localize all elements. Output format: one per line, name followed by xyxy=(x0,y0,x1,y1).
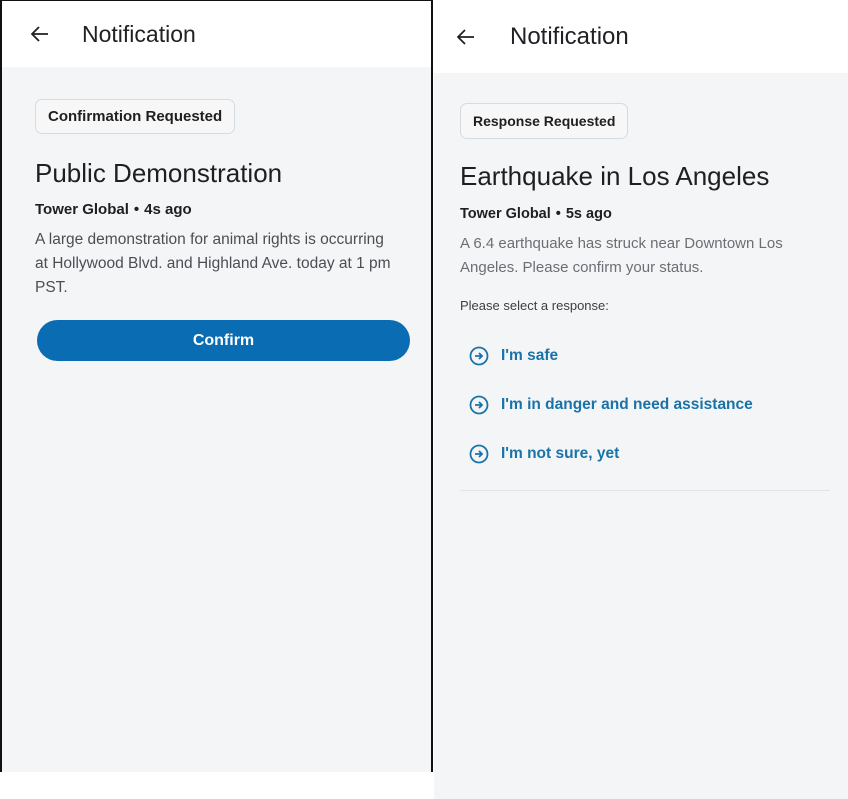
back-arrow-icon[interactable] xyxy=(28,22,52,46)
notification-headline: Earthquake in Los Angeles xyxy=(460,161,770,191)
source-name: Tower Global xyxy=(35,201,129,218)
page-title: Notification xyxy=(82,20,196,47)
response-prompt: Please select a response: xyxy=(460,298,609,313)
back-arrow-icon[interactable] xyxy=(454,25,478,49)
meta-separator: • xyxy=(133,201,140,218)
arrow-circle-right-icon xyxy=(469,346,489,365)
arrow-circle-right-icon xyxy=(469,395,489,414)
response-label: I'm in danger and need assistance xyxy=(501,395,753,413)
response-option-danger[interactable]: I'm in danger and need assistance xyxy=(460,380,830,429)
notification-meta: Tower Global • 4s ago xyxy=(35,201,407,218)
response-option-not-sure[interactable]: I'm not sure, yet xyxy=(460,429,830,478)
response-option-safe[interactable]: I'm safe xyxy=(460,331,830,380)
notification-content: Response Requested Earthquake in Los Ang… xyxy=(434,73,848,491)
timestamp: 5s ago xyxy=(565,206,612,222)
notification-screen-confirmation: Notification Confirmation Requested Publ… xyxy=(0,0,433,772)
notification-headline: Public Demonstration xyxy=(35,158,283,188)
arrow-circle-right-icon xyxy=(469,444,489,463)
timestamp: 4s ago xyxy=(144,201,192,218)
app-bar: Notification xyxy=(2,1,431,67)
confirm-button[interactable]: Confirm xyxy=(37,320,410,361)
notification-body: A 6.4 earthquake has struck near Downtow… xyxy=(460,235,783,276)
page-title: Notification xyxy=(510,22,629,50)
notification-meta: Tower Global • 5s ago xyxy=(460,206,830,222)
notification-body: A large demonstration for animal rights … xyxy=(35,231,391,296)
response-options: I'm safe I'm in danger and need assistan… xyxy=(460,331,830,478)
response-label: I'm safe xyxy=(501,346,559,364)
notification-screen-response: Notification Response Requested Earthqua… xyxy=(434,0,848,799)
source-name: Tower Global xyxy=(460,206,551,222)
divider xyxy=(460,490,830,491)
meta-separator: • xyxy=(555,206,561,222)
screens-comparison: Notification Confirmation Requested Publ… xyxy=(0,0,848,799)
status-badge: Confirmation Requested xyxy=(35,99,236,134)
status-badge: Response Requested xyxy=(460,103,629,139)
app-bar: Notification xyxy=(434,0,848,73)
notification-content: Confirmation Requested Public Demonstrat… xyxy=(2,67,431,361)
response-label: I'm not sure, yet xyxy=(501,444,620,462)
